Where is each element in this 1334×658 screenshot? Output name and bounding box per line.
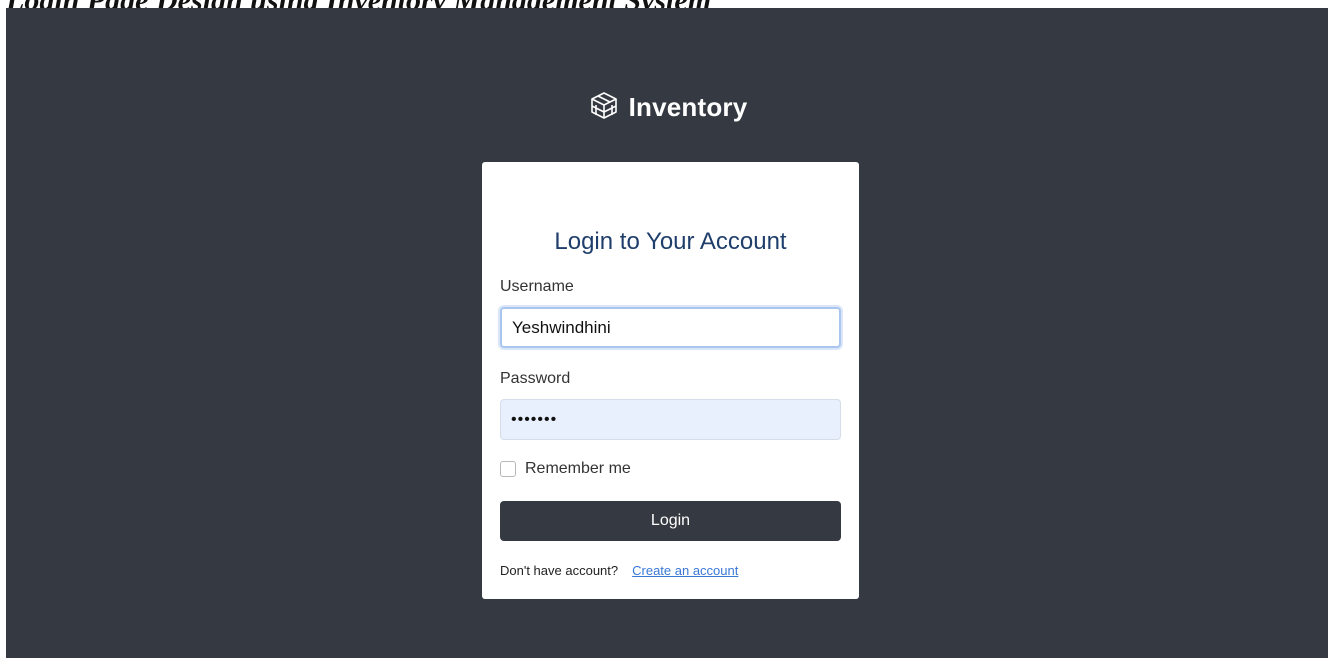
page-caption: Login Page Design using Inventory Manage…	[6, 0, 1328, 8]
login-button[interactable]: Login	[500, 501, 841, 541]
username-label: Username	[500, 278, 574, 295]
brand-name: Inventory	[628, 91, 748, 122]
login-title: Login to Your Account	[554, 228, 787, 255]
signup-row: Don't have account? Create an account	[500, 563, 738, 578]
login-page: Inventory Login to Your Account Username…	[6, 8, 1328, 658]
login-card: Login to Your Account Username Password …	[482, 162, 859, 599]
password-input[interactable]	[500, 399, 841, 440]
boxes-icon	[590, 92, 617, 119]
create-account-link[interactable]: Create an account	[632, 563, 738, 578]
remember-me-row[interactable]: Remember me	[500, 460, 631, 478]
password-label: Password	[500, 370, 571, 387]
remember-me-checkbox[interactable]	[500, 461, 516, 477]
remember-me-label[interactable]: Remember me	[525, 460, 631, 478]
brand-header: Inventory	[6, 90, 1328, 124]
signup-prompt: Don't have account?	[500, 563, 619, 578]
username-input[interactable]	[500, 307, 841, 348]
